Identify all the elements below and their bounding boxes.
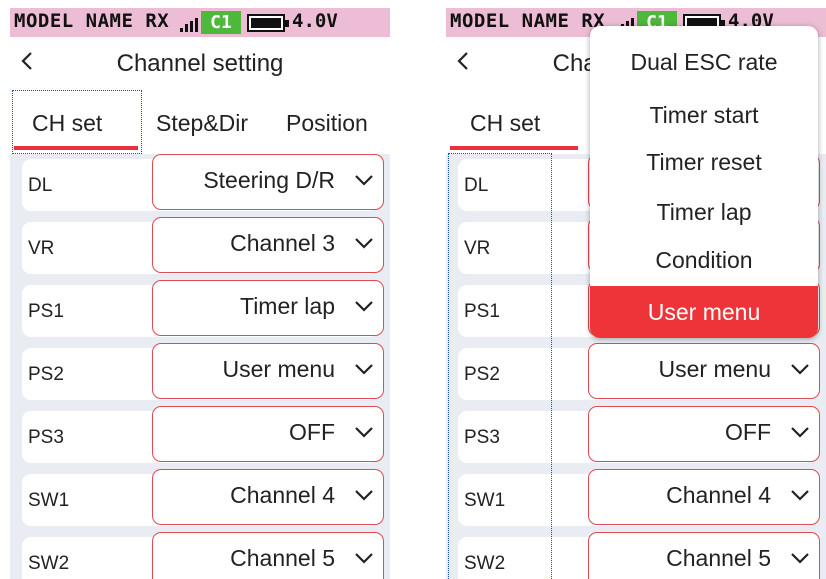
channel-label: PS2 xyxy=(28,364,64,385)
select-value: OFF xyxy=(289,419,335,445)
channel-label: PS1 xyxy=(28,301,64,322)
active-tab-indicator xyxy=(450,146,578,150)
function-select[interactable]: OFF xyxy=(152,406,384,462)
screen-channel-setting: MODEL NAME RX C1 4.0V Channel setting CH… xyxy=(10,0,390,579)
channel-row-ps3: PS3 OFF xyxy=(22,406,384,463)
chevron-down-icon xyxy=(355,175,373,186)
tab-ch-set[interactable]: CH set xyxy=(32,110,102,137)
channel-label: SW1 xyxy=(28,490,70,511)
function-select[interactable]: Steering D/R xyxy=(152,154,384,210)
signal-strength-icon xyxy=(180,18,198,32)
chevron-down-icon xyxy=(791,553,809,564)
chevron-down-icon xyxy=(791,364,809,375)
chevron-down-icon xyxy=(791,427,809,438)
chevron-down-icon xyxy=(355,238,373,249)
active-tab-indicator xyxy=(14,146,138,150)
select-value: Channel 5 xyxy=(230,545,335,571)
select-value: Timer lap xyxy=(240,293,335,319)
tab-position[interactable]: Position xyxy=(286,110,368,137)
channel-label: DL xyxy=(464,175,489,196)
select-value: Steering D/R xyxy=(203,167,335,193)
menu-item-user-menu[interactable]: User menu xyxy=(590,286,818,338)
select-value: Channel 4 xyxy=(666,482,771,508)
select-value: Channel 4 xyxy=(230,482,335,508)
channel-row-ps1: PS1 Timer lap xyxy=(22,280,384,337)
channel-label: DL xyxy=(28,175,53,196)
function-select[interactable]: User menu xyxy=(152,343,384,399)
tab-ch-set[interactable]: CH set xyxy=(470,110,540,137)
chevron-down-icon xyxy=(355,364,373,375)
channel-label: PS3 xyxy=(464,427,500,448)
chevron-down-icon xyxy=(355,301,373,312)
page-title: Channel setting xyxy=(116,50,284,77)
header-bar: Channel setting xyxy=(10,37,390,87)
channel-label: SW1 xyxy=(464,490,506,511)
menu-item-timer-start[interactable]: Timer start xyxy=(590,91,818,139)
channel-row-sw2: SW2 Channel 5 xyxy=(458,532,820,579)
model-name-label: MODEL NAME RX xyxy=(450,10,606,32)
chevron-down-icon xyxy=(355,427,373,438)
channel-label: PS1 xyxy=(464,301,500,322)
channel-label: PS3 xyxy=(28,427,64,448)
battery-voltage: 4.0V xyxy=(292,10,338,32)
channel-label: VR xyxy=(464,238,491,259)
tab-step-dir[interactable]: Step&Dir xyxy=(156,110,248,137)
select-value: OFF xyxy=(725,419,771,445)
select-value: User menu xyxy=(658,356,771,382)
channel-label: VR xyxy=(28,238,55,259)
dropdown-menu: Dual ESC rate Timer start Timer reset Ti… xyxy=(590,26,818,338)
function-select[interactable]: OFF xyxy=(588,406,820,462)
channel-label: SW2 xyxy=(464,553,506,574)
channel-row-dl: DL Steering D/R xyxy=(22,154,384,211)
channel-row-sw2: SW2 Channel 5 xyxy=(22,532,384,579)
function-select[interactable]: Channel 5 xyxy=(152,532,384,579)
model-name-label: MODEL NAME RX xyxy=(14,10,170,32)
channel-list: DL Steering D/R VR Channel 3 PS1 Timer l… xyxy=(10,154,390,579)
select-value: Channel 5 xyxy=(666,545,771,571)
function-select[interactable]: User menu xyxy=(588,343,820,399)
function-select[interactable]: Channel 4 xyxy=(152,469,384,525)
channel-row-vr: VR Channel 3 xyxy=(22,217,384,274)
channel-row-sw1: SW1 Channel 4 xyxy=(458,469,820,526)
function-select[interactable]: Timer lap xyxy=(152,280,384,336)
channel-row-ps3: PS3 OFF xyxy=(458,406,820,463)
menu-item-dual-esc-rate[interactable]: Dual ESC rate xyxy=(590,38,818,86)
select-value: User menu xyxy=(222,356,335,382)
channel-row-sw1: SW1 Channel 4 xyxy=(22,469,384,526)
chevron-down-icon xyxy=(355,553,373,564)
channel-label: PS2 xyxy=(464,364,500,385)
channel-row-ps2: PS2 User menu xyxy=(458,343,820,400)
channel-row-ps2: PS2 User menu xyxy=(22,343,384,400)
screen-channel-setting-menu-open: MODEL NAME RX C1 4.0V Channel setting CH… xyxy=(446,0,826,579)
chevron-down-icon xyxy=(355,490,373,501)
menu-item-timer-lap[interactable]: Timer lap xyxy=(590,188,818,236)
menu-item-timer-reset[interactable]: Timer reset xyxy=(590,138,818,186)
chevron-down-icon xyxy=(791,490,809,501)
select-value: Channel 3 xyxy=(230,230,335,256)
tab-bar: CH set Step&Dir Position xyxy=(10,88,390,183)
function-select[interactable]: Channel 5 xyxy=(588,532,820,579)
function-select[interactable]: Channel 3 xyxy=(152,217,384,273)
status-bar: MODEL NAME RX C1 4.0V xyxy=(10,8,390,37)
battery-icon xyxy=(247,14,289,32)
function-select[interactable]: Channel 4 xyxy=(588,469,820,525)
channel-label: SW2 xyxy=(28,553,70,574)
channel-badge: C1 xyxy=(201,11,241,34)
menu-item-condition[interactable]: Condition xyxy=(590,236,818,284)
